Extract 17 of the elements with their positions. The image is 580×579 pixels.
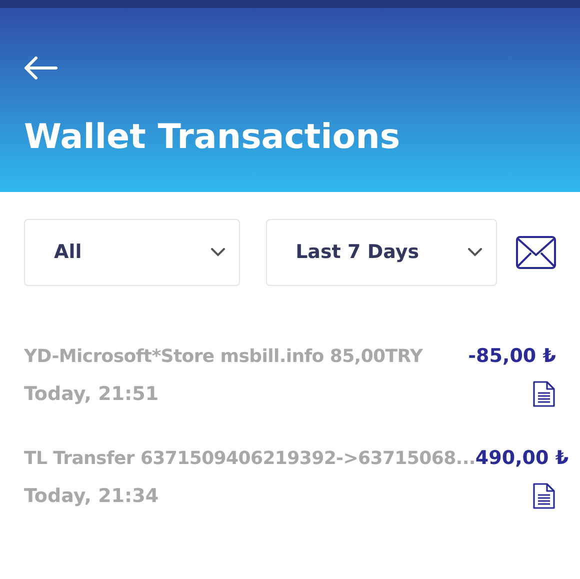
- page-title: Wallet Transactions: [24, 116, 400, 159]
- transaction-amount: 490,00 ₺: [475, 446, 569, 471]
- transaction-time: Today, 21:34: [24, 484, 159, 508]
- email-button[interactable]: [516, 236, 556, 269]
- filter-dropdown[interactable]: All: [24, 219, 240, 286]
- back-button[interactable]: [24, 56, 58, 80]
- document-icon: [533, 482, 555, 509]
- envelope-icon: [516, 236, 556, 269]
- transaction-description: YD-Microsoft*Store msbill.info 85,00TRY: [24, 344, 423, 369]
- transaction-time: Today, 21:51: [24, 382, 159, 406]
- document-icon: [533, 380, 555, 407]
- filter-dropdown[interactable]: Last 7 Days: [266, 219, 497, 286]
- back-arrow-icon: [24, 56, 58, 80]
- transaction-description: TL Transfer 6371509406219392->63715068...: [24, 446, 476, 471]
- transaction-amount: -85,00 ₺: [468, 344, 556, 369]
- chevron-down-icon: [468, 248, 482, 257]
- chevron-down-icon: [210, 248, 225, 257]
